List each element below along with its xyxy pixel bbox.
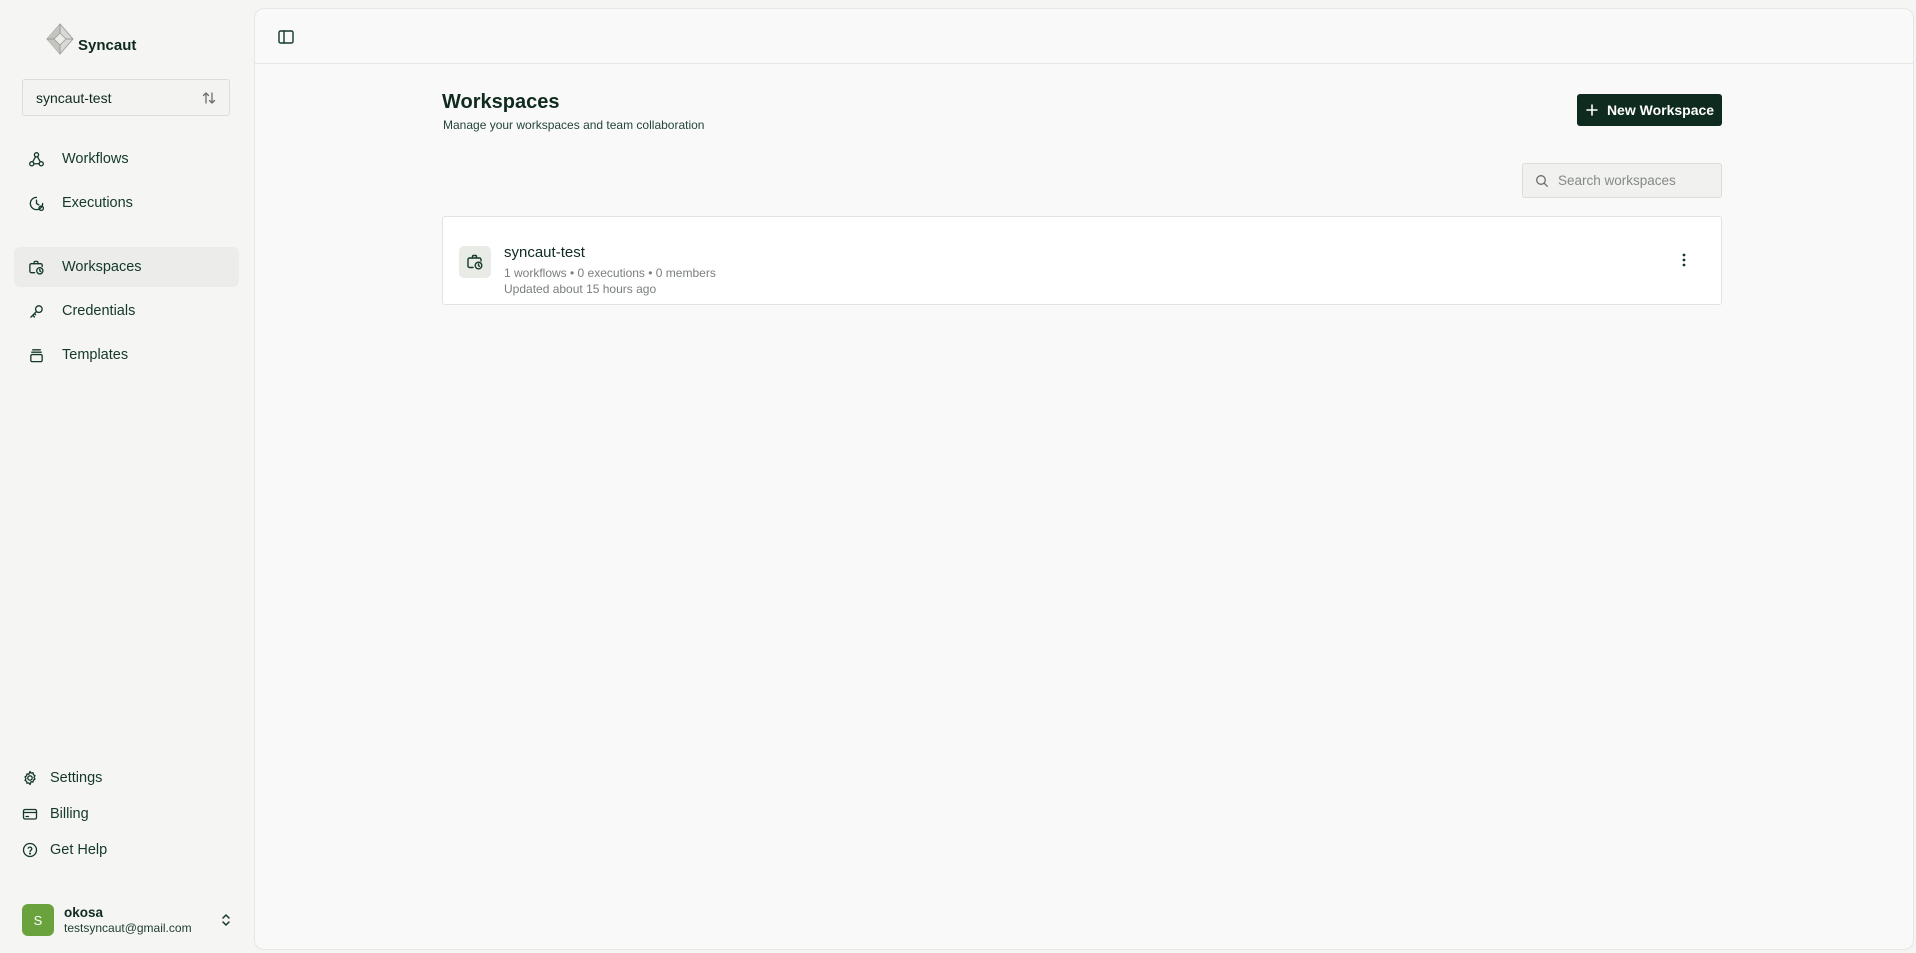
page-title: Workspaces — [442, 91, 560, 113]
user-menu[interactable]: S okosa testsyncaut@gmail.com — [22, 902, 234, 938]
workspace-menu-button[interactable] — [1674, 250, 1694, 270]
search-box — [1522, 163, 1722, 198]
help-circle-icon — [22, 842, 38, 858]
sidebar-toggle-icon[interactable] — [276, 27, 296, 47]
syncaut-logo-icon — [46, 23, 74, 55]
sidebar: Syncaut syncaut-test Workflows Execution… — [0, 0, 252, 953]
logo-text: Syncaut — [78, 37, 137, 54]
gear-icon — [24, 770, 36, 786]
clock-icon — [29, 196, 45, 211]
help-link[interactable]: Get Help — [22, 837, 107, 863]
credit-card-icon — [22, 808, 38, 820]
user-info: okosa testsyncaut@gmail.com — [64, 904, 218, 936]
search-input[interactable] — [1558, 173, 1718, 188]
new-workspace-label: New Workspace — [1606, 102, 1715, 118]
nav-label: Workspaces — [62, 259, 142, 275]
new-workspace-button[interactable]: New Workspace — [1577, 94, 1722, 126]
key-icon — [30, 304, 43, 318]
avatar: S — [22, 904, 54, 936]
nav-label: Credentials — [62, 303, 136, 319]
workspace-switcher-label: syncaut-test — [36, 89, 112, 106]
briefcase-clock-icon — [29, 260, 44, 275]
workspace-card-icon-wrap — [459, 246, 491, 278]
briefcase-clock-icon — [467, 254, 483, 270]
billing-label: Billing — [50, 806, 89, 822]
nav-label: Workflows — [62, 151, 129, 167]
stack-icon — [30, 348, 43, 362]
workspace-switcher[interactable]: syncaut-test — [22, 79, 230, 116]
nav-label: Executions — [62, 195, 133, 211]
page-subtitle: Manage your workspaces and team collabor… — [443, 118, 705, 132]
workflow-icon — [29, 151, 44, 166]
nav-item-templates[interactable]: Templates — [14, 335, 239, 375]
sort-arrows-icon — [202, 91, 216, 104]
user-name: okosa — [64, 905, 104, 920]
workspace-stats: 1 workflows • 0 executions • 0 members — [504, 266, 716, 280]
logo[interactable]: Syncaut — [44, 22, 136, 56]
more-vertical-icon — [1682, 253, 1686, 267]
plus-icon — [1586, 104, 1598, 116]
workspace-updated: Updated about 15 hours ago — [504, 282, 657, 296]
nav-item-workflows[interactable]: Workflows — [14, 139, 239, 179]
nav-item-workspaces[interactable]: Workspaces — [14, 247, 239, 287]
chevron-up-down-icon — [222, 914, 230, 926]
nav-item-executions[interactable]: Executions — [14, 183, 239, 223]
nav-item-credentials[interactable]: Credentials — [14, 291, 239, 331]
billing-link[interactable]: Billing — [22, 801, 89, 827]
workspace-card[interactable]: syncaut-test 1 workflows • 0 executions … — [442, 216, 1722, 305]
app: Syncaut syncaut-test Workflows Execution… — [0, 0, 1916, 953]
nav-label: Templates — [62, 347, 129, 363]
workspace-name[interactable]: syncaut-test — [504, 244, 585, 261]
settings-link[interactable]: Settings — [22, 765, 102, 791]
search-icon — [1536, 174, 1548, 187]
user-email: testsyncaut@gmail.com — [64, 921, 192, 935]
main-panel: Workspaces Manage your workspaces and te… — [254, 8, 1914, 950]
top-bar — [255, 9, 1913, 64]
help-label: Get Help — [50, 842, 108, 858]
settings-label: Settings — [50, 770, 103, 786]
